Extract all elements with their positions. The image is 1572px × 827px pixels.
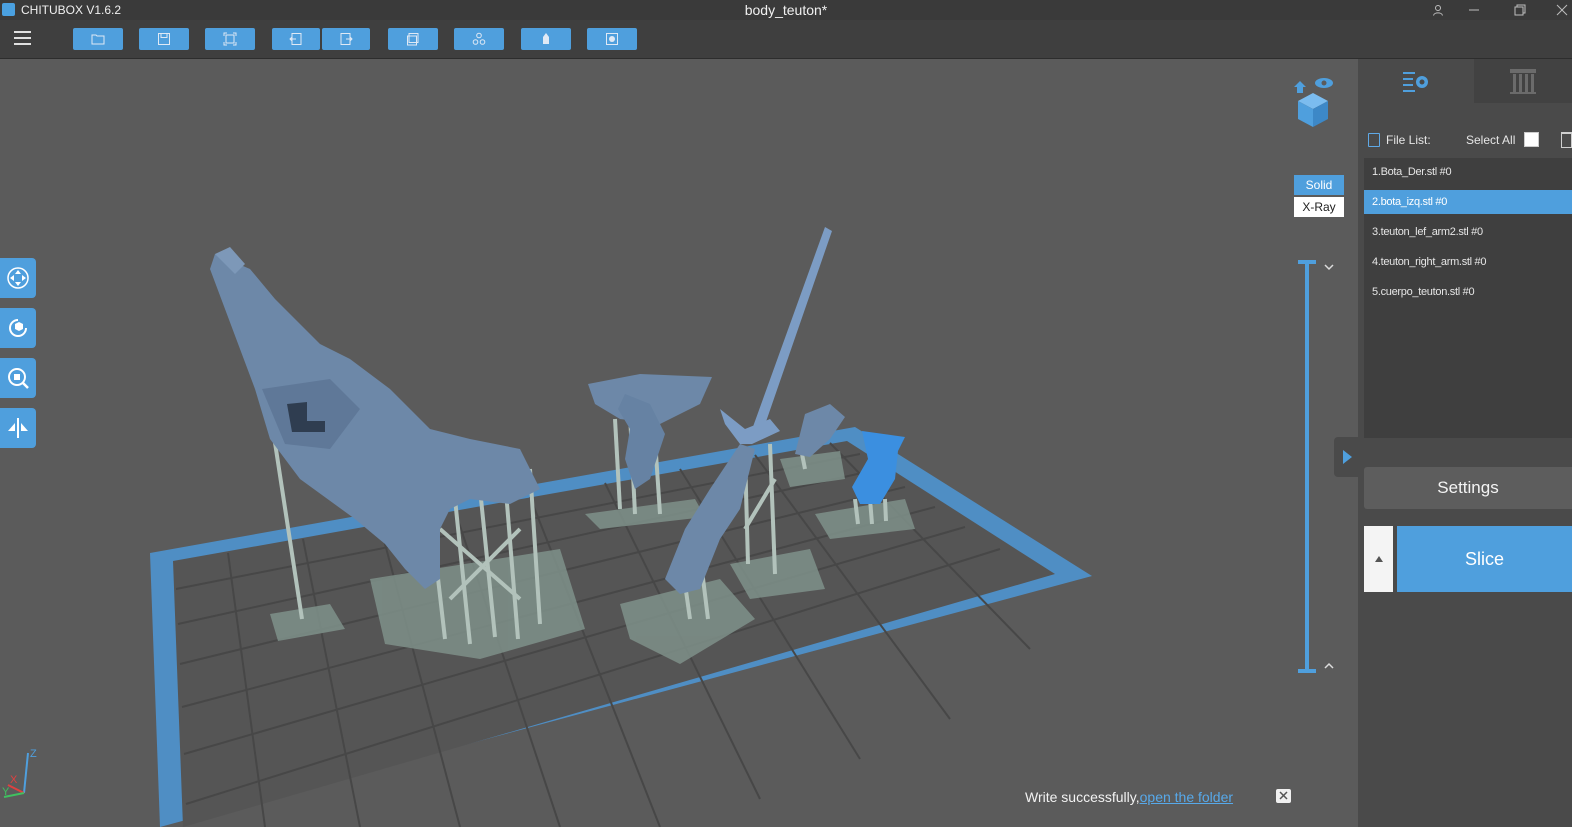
title-bar: CHITUBOX V1.6.2 body_teuton*: [0, 0, 1572, 20]
axis-gizmo: Z X Y: [2, 748, 37, 798]
axis-y-label: Y: [2, 786, 10, 798]
document-title: body_teuton*: [744, 2, 828, 18]
redo-button[interactable]: [322, 28, 370, 50]
open-file-icon: [91, 34, 105, 45]
axis-x-label: X: [10, 774, 18, 786]
rotate-icon: [9, 319, 27, 337]
hamburger-menu-icon[interactable]: [14, 31, 31, 45]
select-all-label: Select All: [1466, 133, 1516, 147]
chevron-down-icon[interactable]: [1322, 261, 1336, 275]
file-list-item[interactable]: 1.Bota_Der.stl #0: [1364, 160, 1572, 184]
3d-viewport[interactable]: Solid X-Ray Z X Y Write successfully,ope…: [0, 59, 1358, 827]
notification-message: Write successfully,: [1025, 789, 1140, 805]
solid-mode-button[interactable]: Solid: [1294, 175, 1344, 195]
settings-list-icon: [1403, 72, 1428, 92]
open-file-button[interactable]: [73, 28, 123, 50]
right-panel: File List: Select All 1.Bota_Der.stl #0 …: [1358, 59, 1572, 827]
main-toolbar: [0, 20, 1572, 59]
chevron-up-icon[interactable]: [1322, 660, 1336, 674]
file-list-item[interactable]: 5.cuerpo_teuton.stl #0: [1364, 280, 1572, 304]
delete-icon[interactable]: [1561, 132, 1572, 148]
fit-view-icon: [223, 32, 237, 46]
support-icon: [543, 33, 549, 44]
user-account-icon[interactable]: [1424, 0, 1452, 20]
hollow-button[interactable]: [587, 28, 637, 50]
slice-options-toggle[interactable]: [1364, 526, 1393, 592]
scale-icon: [8, 368, 29, 389]
axis-z-label: Z: [30, 748, 37, 760]
xray-mode-button[interactable]: X-Ray: [1294, 197, 1344, 217]
close-window-button[interactable]: [1548, 0, 1572, 20]
close-icon: [1279, 791, 1288, 800]
minimize-button[interactable]: [1460, 0, 1488, 20]
rotate-tool-button[interactable]: [0, 308, 36, 348]
move-tool-button[interactable]: [0, 258, 36, 298]
view-cube-icon[interactable]: [1288, 73, 1338, 129]
save-button[interactable]: [139, 28, 189, 50]
mirror-tool-button[interactable]: [0, 408, 36, 448]
undo-icon: [289, 33, 302, 45]
mirror-icon: [8, 418, 28, 438]
file-list-item[interactable]: 3.teuton_lef_arm2.stl #0: [1364, 220, 1572, 244]
write-success-notification: Write successfully,open the folder: [1025, 789, 1233, 805]
file-list: 1.Bota_Der.stl #0 2.bota_izq.stl #0 3.te…: [1364, 158, 1572, 438]
layer-slider-bottom-handle[interactable]: [1298, 669, 1316, 673]
document-icon: [1368, 133, 1380, 147]
redo-icon: [340, 33, 353, 45]
move-icon: [7, 267, 29, 289]
caret-up-icon: [1374, 556, 1383, 562]
arrange-button[interactable]: [454, 28, 504, 50]
settings-button[interactable]: Settings: [1364, 467, 1572, 509]
scale-tool-button[interactable]: [0, 358, 36, 398]
support-button[interactable]: [521, 28, 571, 50]
save-icon: [158, 33, 170, 45]
caret-right-icon: [1343, 450, 1352, 464]
notification-close-button[interactable]: [1276, 789, 1291, 803]
copy-icon: [407, 33, 419, 46]
open-folder-link[interactable]: open the folder: [1140, 789, 1233, 805]
select-all-checkbox[interactable]: [1524, 132, 1539, 147]
layer-slider-track[interactable]: [1305, 262, 1309, 672]
undo-button[interactable]: [272, 28, 320, 50]
slice-button[interactable]: Slice: [1397, 526, 1572, 592]
build-plate-scene[interactable]: [0, 59, 1358, 827]
file-list-header: File List:: [1368, 133, 1431, 147]
tab-print-settings[interactable]: [1358, 59, 1474, 103]
restore-button[interactable]: [1506, 0, 1534, 20]
file-list-label: File List:: [1386, 133, 1431, 147]
file-list-item[interactable]: 4.teuton_right_arm.stl #0: [1364, 250, 1572, 274]
file-list-item-selected[interactable]: 2.bota_izq.stl #0: [1364, 190, 1572, 214]
panel-collapse-toggle[interactable]: [1334, 437, 1358, 477]
tab-supports[interactable]: [1474, 59, 1572, 103]
copy-button[interactable]: [388, 28, 438, 50]
hollow-icon: [606, 33, 618, 45]
arrange-icon: [472, 32, 486, 45]
supports-pillars-icon: [1510, 69, 1536, 94]
fit-view-button[interactable]: [205, 28, 255, 50]
